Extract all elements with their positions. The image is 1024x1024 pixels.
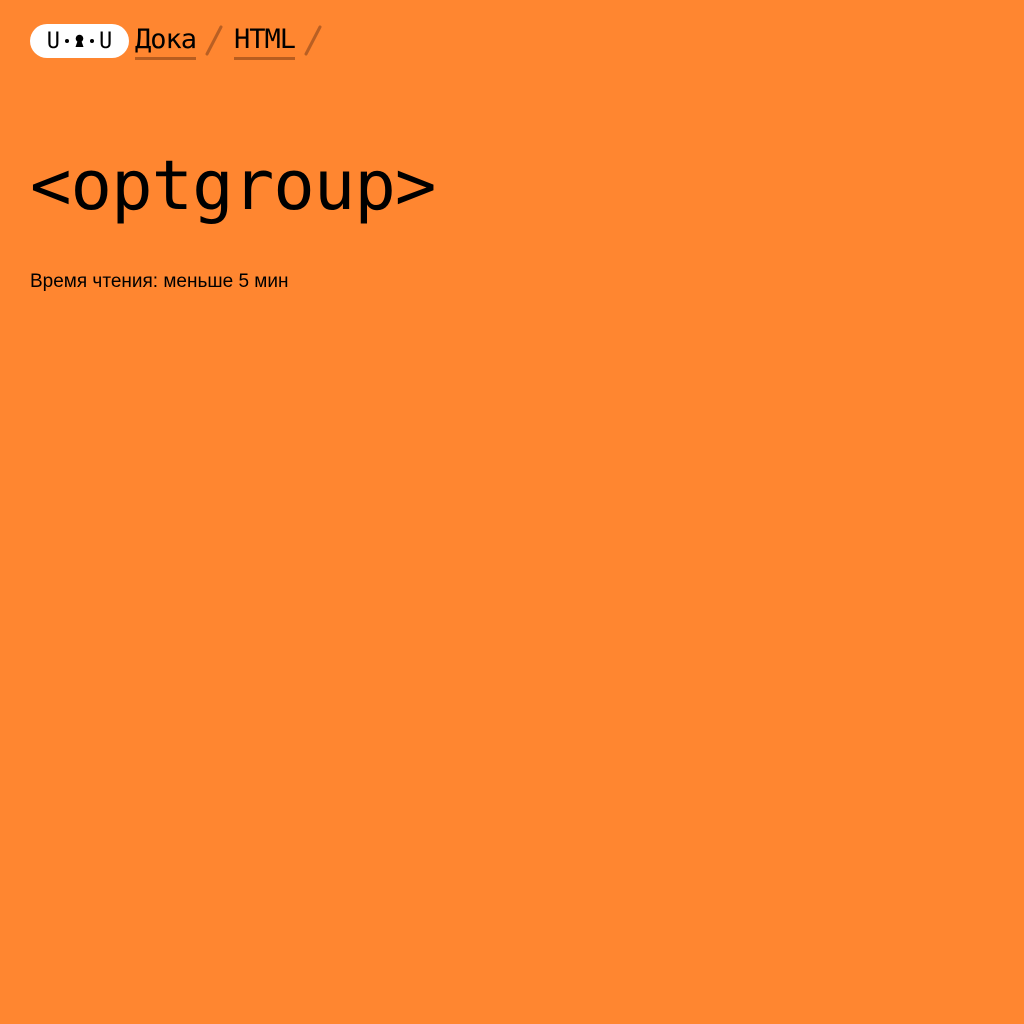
article-page: U U Дока HTML <optgroup> Время чтения: м… bbox=[0, 0, 1024, 1024]
logo-letter-right: U bbox=[99, 29, 113, 54]
breadcrumb: U U Дока HTML bbox=[30, 24, 327, 64]
logo-face-icon bbox=[75, 34, 84, 47]
logo-dot-left bbox=[65, 39, 69, 43]
page-title: <optgroup> bbox=[30, 146, 436, 226]
breadcrumb-link-html[interactable]: HTML bbox=[234, 24, 296, 60]
home-logo-link[interactable]: U U bbox=[30, 24, 129, 58]
breadcrumb-separator-icon bbox=[205, 25, 223, 56]
breadcrumb-separator-icon bbox=[304, 25, 322, 56]
logo-letter-left: U bbox=[46, 29, 60, 54]
doka-logo-icon: U U bbox=[46, 29, 113, 54]
logo-dot-right bbox=[90, 39, 94, 43]
breadcrumb-link-doka[interactable]: Дока bbox=[135, 24, 197, 60]
reading-time: Время чтения: меньше 5 мин bbox=[30, 271, 289, 292]
